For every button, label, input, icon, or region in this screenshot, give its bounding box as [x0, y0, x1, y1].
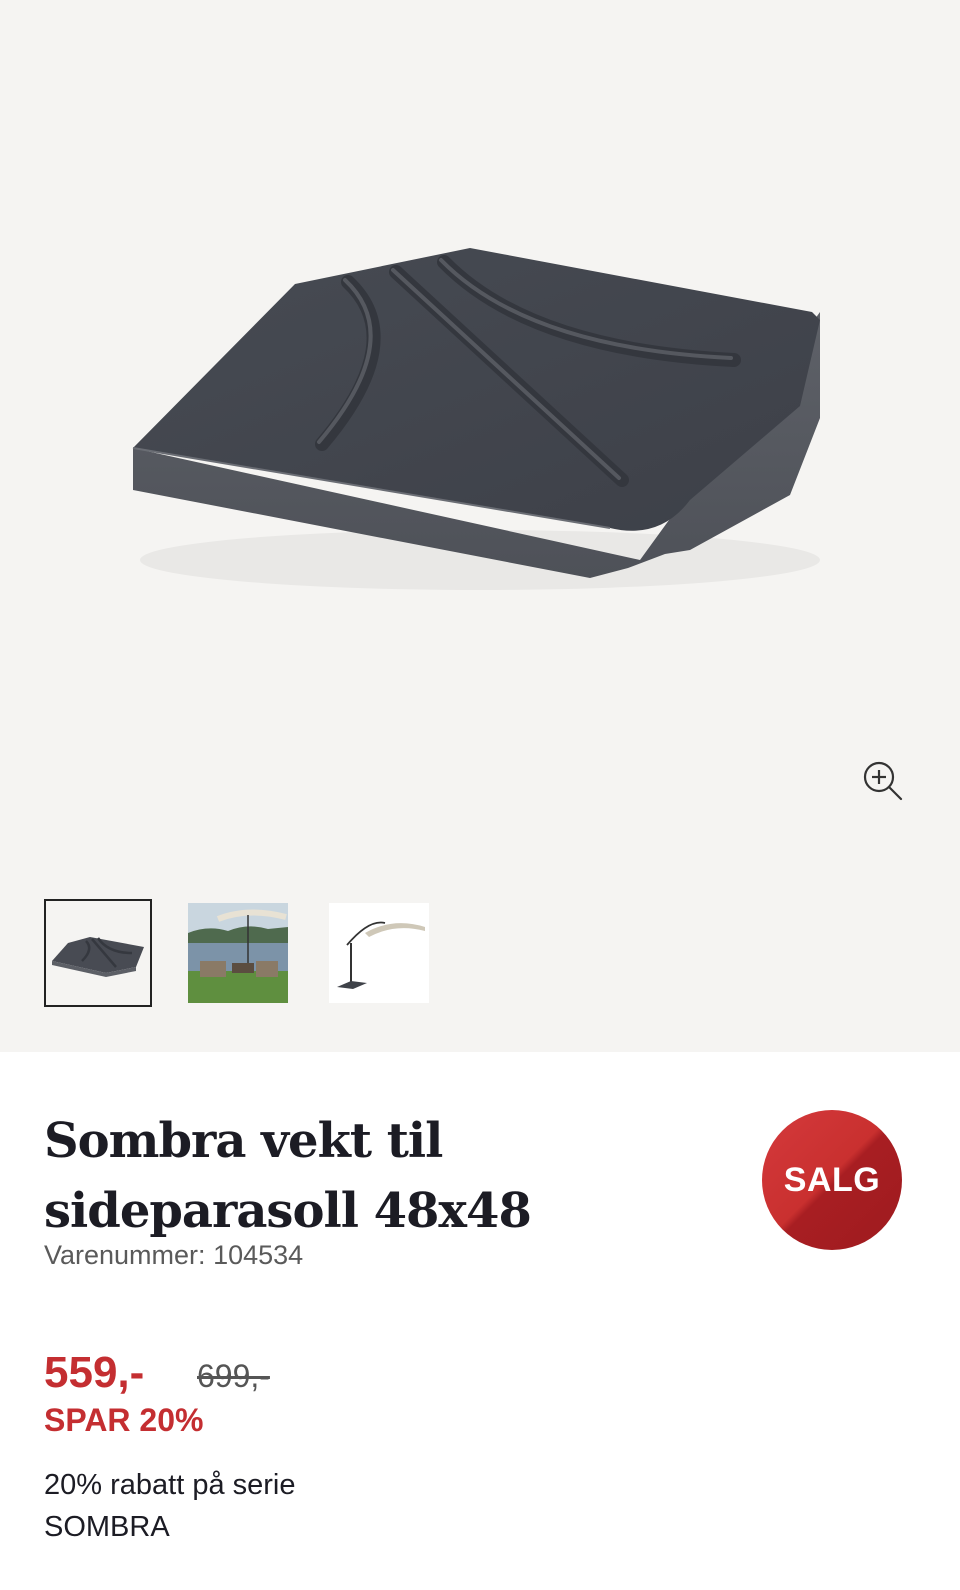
- zoom-button[interactable]: [862, 760, 906, 804]
- zoom-in-icon: [863, 761, 903, 801]
- savings-text: SPAR 20%: [44, 1402, 204, 1438]
- product-gallery: [0, 0, 960, 1052]
- price-current: 559,-: [44, 1348, 145, 1397]
- main-product-image[interactable]: [0, 0, 960, 880]
- product-info: Sombra vekt til sideparasoll 48x48 Varen…: [0, 1052, 960, 1590]
- sku-line: Varenummer: 104534: [44, 1240, 303, 1271]
- sale-badge: SALG: [762, 1110, 902, 1250]
- thumbnail-lake-terrace[interactable]: [188, 903, 288, 1003]
- thumbnail-umbrella-with-base[interactable]: [329, 903, 429, 1003]
- thumbnail-umbrella-base[interactable]: [44, 899, 152, 1007]
- product-title: Sombra vekt til sideparasoll 48x48: [44, 1113, 532, 1239]
- sale-badge-label: SALG: [783, 1160, 881, 1199]
- sku-value: 104534: [213, 1240, 304, 1270]
- sku-label: Varenummer:: [44, 1240, 206, 1270]
- promo-text: 20% rabatt på serie SOMBRA: [44, 1469, 296, 1543]
- price-original: 699,-: [197, 1358, 270, 1394]
